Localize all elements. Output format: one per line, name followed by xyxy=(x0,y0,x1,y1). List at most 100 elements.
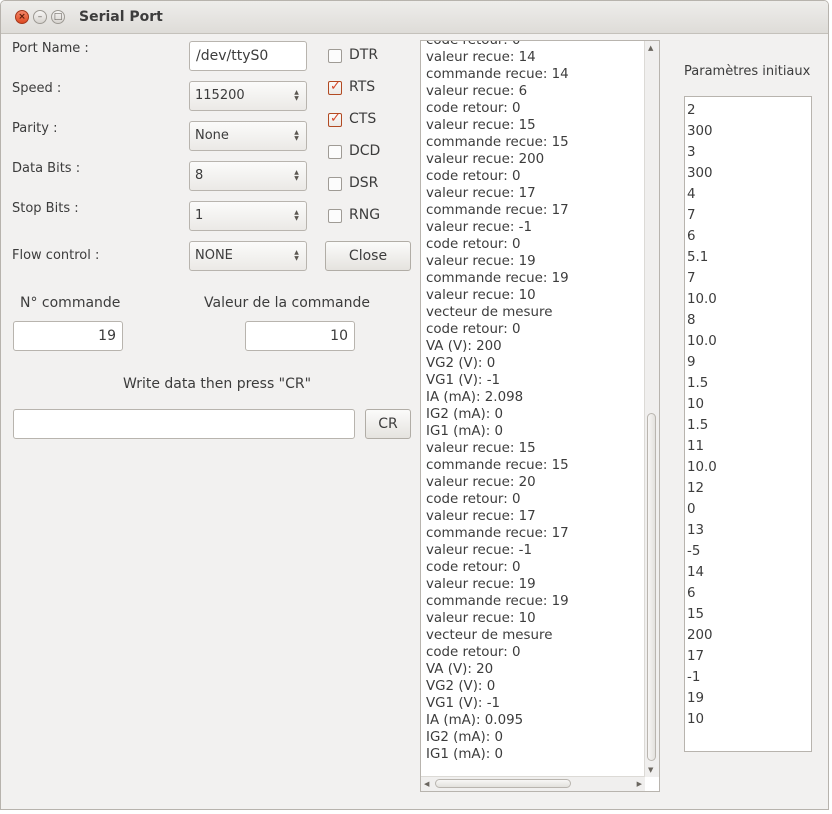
data-bits-value: 8 xyxy=(195,168,204,183)
spin-arrows-icon[interactable]: ▲ ▼ xyxy=(293,90,300,102)
flow-control-label: Flow control : xyxy=(12,248,100,263)
param-item: 10.0 xyxy=(687,292,717,307)
spin-arrows-icon[interactable]: ▲ ▼ xyxy=(293,170,300,182)
log-line: VG2 (V): 0 xyxy=(426,356,496,371)
param-item: 300 xyxy=(687,166,713,181)
param-item: 1.5 xyxy=(687,376,709,391)
parity-label: Parity : xyxy=(12,121,58,136)
log-line: IA (mA): 0.095 xyxy=(426,713,524,728)
log-line: code retour: 0 xyxy=(426,322,521,337)
log-line: valeur recue: 6 xyxy=(426,84,528,99)
port-name-input[interactable]: /dev/ttyS0 xyxy=(189,41,307,71)
stop-bits-spinbox[interactable]: 1 ▲ ▼ xyxy=(189,201,307,231)
log-line: code retour: 0 xyxy=(426,237,521,252)
param-item: -5 xyxy=(687,544,701,559)
parity-value: None xyxy=(195,128,229,143)
dsr-checkbox[interactable] xyxy=(328,177,342,191)
log-line: valeur recue: 15 xyxy=(426,441,536,456)
log-line: VG1 (V): -1 xyxy=(426,373,501,388)
log-line: IG2 (mA): 0 xyxy=(426,730,504,745)
cts-checkbox[interactable]: ✓ xyxy=(328,111,342,127)
write-data-input[interactable] xyxy=(13,409,355,439)
log-line: IG2 (mA): 0 xyxy=(426,407,504,422)
rts-checkbox[interactable]: ✓ xyxy=(328,79,342,95)
window-minimize-button[interactable]: – xyxy=(33,10,47,24)
flow-control-value: NONE xyxy=(195,248,233,263)
log-line: VG1 (V): -1 xyxy=(426,696,501,711)
param-item: 6 xyxy=(687,229,696,244)
log-line: valeur recue: -1 xyxy=(426,543,532,558)
param-item: 10.0 xyxy=(687,334,717,349)
params-title: Paramètres initiaux xyxy=(684,64,811,79)
log-line: VA (V): 20 xyxy=(426,662,494,677)
log-lines: code retour: 0 valeur recue: 14 commande r… xyxy=(426,40,646,763)
param-item: 300 xyxy=(687,124,713,139)
param-item: 11 xyxy=(687,439,705,454)
data-bits-spinbox[interactable]: 8 ▲ ▼ xyxy=(189,161,307,191)
param-item: 12 xyxy=(687,481,705,496)
log-line: code retour: 0 xyxy=(426,492,521,507)
log-line: code retour: 0 xyxy=(426,169,521,184)
param-item: 7 xyxy=(687,208,696,223)
log-horizontal-scrollbar[interactable]: ◀ ▶ xyxy=(421,776,645,791)
log-text-area[interactable]: code retour: 0 valeur recue: 14 commande r… xyxy=(420,40,660,792)
param-item: 9 xyxy=(687,355,696,370)
speed-spinbox[interactable]: 115200 ▲ ▼ xyxy=(189,81,307,111)
log-line: code retour: 0 xyxy=(426,40,521,48)
log-line: commande recue: 17 xyxy=(426,203,569,218)
log-line: valeur recue: 10 xyxy=(426,611,536,626)
n-commande-label: N° commande xyxy=(20,295,121,311)
param-item: 17 xyxy=(687,649,705,664)
rng-checkbox[interactable] xyxy=(328,209,342,223)
close-button[interactable]: Close xyxy=(325,241,411,271)
param-item: 14 xyxy=(687,565,705,580)
param-item: 3 xyxy=(687,145,696,160)
rng-label: RNG xyxy=(349,207,381,223)
log-line: valeur recue: 19 xyxy=(426,254,536,269)
log-line: commande recue: 19 xyxy=(426,594,569,609)
log-horizontal-scroll-thumb[interactable] xyxy=(435,779,571,788)
stop-bits-value: 1 xyxy=(195,208,204,223)
dcd-checkbox[interactable] xyxy=(328,145,342,159)
param-item: 10 xyxy=(687,397,705,412)
log-vertical-scroll-thumb[interactable] xyxy=(647,413,656,761)
params-list[interactable]: 2 300 3 300 4 7 6 5.1 7 10.0 8 10.0 9 1.5 10 1.5 11 10.0 1… xyxy=(684,96,812,752)
log-vertical-scrollbar[interactable]: ▲ ▼ xyxy=(644,41,659,777)
combo-arrows-icon[interactable]: ▲ ▼ xyxy=(293,130,300,142)
param-item: 7 xyxy=(687,271,696,286)
window-maximize-button[interactable]: □ xyxy=(51,10,65,24)
log-line: IG1 (mA): 0 xyxy=(426,424,504,439)
scroll-up-icon[interactable]: ▲ xyxy=(648,44,653,52)
log-line: valeur recue: -1 xyxy=(426,220,532,235)
log-line: valeur recue: 19 xyxy=(426,577,536,592)
combo-arrows-icon[interactable]: ▲ ▼ xyxy=(293,250,300,262)
spin-arrows-icon[interactable]: ▲ ▼ xyxy=(293,210,300,222)
parity-combobox[interactable]: None ▲ ▼ xyxy=(189,121,307,151)
param-item: 15 xyxy=(687,607,705,622)
param-item: 13 xyxy=(687,523,705,538)
log-line: IG1 (mA): 0 xyxy=(426,747,504,762)
scroll-down-icon[interactable]: ▼ xyxy=(648,766,653,774)
params-lines: 2 300 3 300 4 7 6 5.1 7 10.0 8 10.0 9 1.5 10 1.5 11 10.0 1… xyxy=(687,100,717,730)
param-item: 1.5 xyxy=(687,418,709,433)
n-commande-input[interactable]: 19 xyxy=(13,321,123,351)
log-line: IA (mA): 2.098 xyxy=(426,390,524,405)
dtr-checkbox[interactable] xyxy=(328,49,342,63)
param-item: 4 xyxy=(687,187,696,202)
title-bar: × – □ Serial Port xyxy=(1,1,828,34)
scroll-left-icon[interactable]: ◀ xyxy=(424,780,429,788)
window-close-button[interactable]: × xyxy=(15,10,29,24)
log-line: VG2 (V): 0 xyxy=(426,679,496,694)
flow-control-combobox[interactable]: NONE ▲ ▼ xyxy=(189,241,307,271)
cr-button[interactable]: CR xyxy=(365,409,411,439)
log-line: valeur recue: 10 xyxy=(426,288,536,303)
dcd-label: DCD xyxy=(349,143,381,159)
check-mark-icon: ✓ xyxy=(330,79,341,94)
log-line: valeur recue: 20 xyxy=(426,475,536,490)
log-line: code retour: 0 xyxy=(426,101,521,116)
log-line: vecteur de mesure xyxy=(426,305,553,320)
valeur-commande-input[interactable]: 10 xyxy=(245,321,355,351)
log-line: vecteur de mesure xyxy=(426,628,553,643)
cts-label: CTS xyxy=(349,111,377,127)
scroll-right-icon[interactable]: ▶ xyxy=(637,780,642,788)
